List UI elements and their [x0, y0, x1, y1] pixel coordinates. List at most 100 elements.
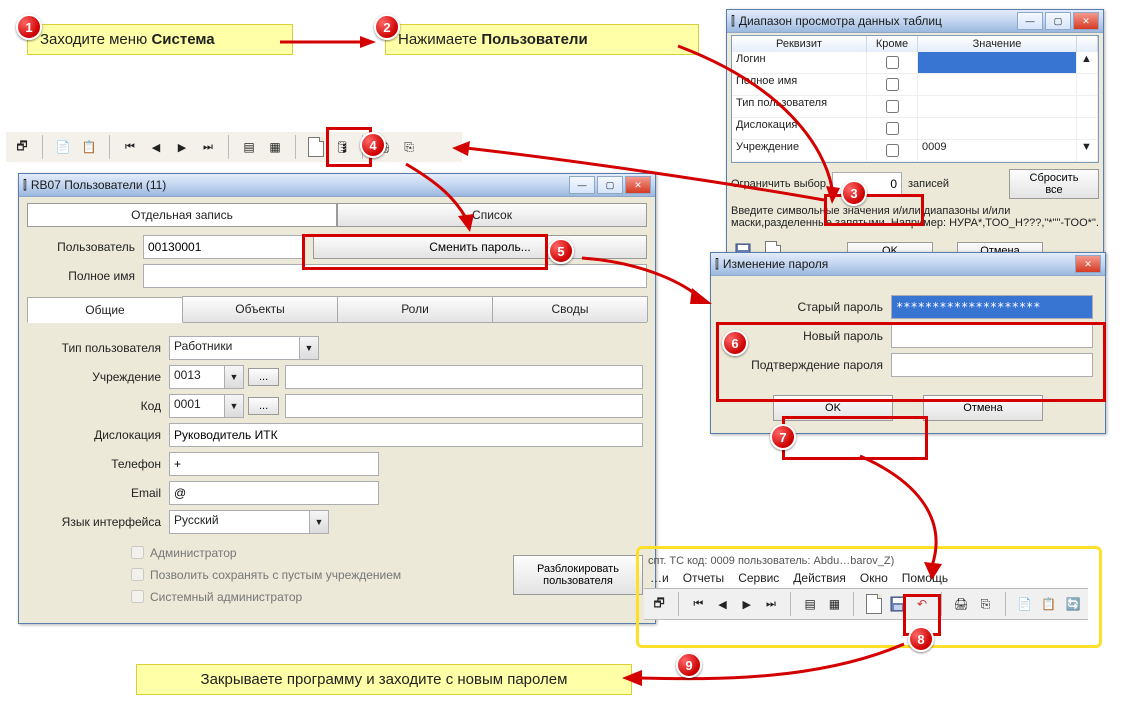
org-select[interactable]: 0013▼ — [169, 365, 244, 389]
undo-icon[interactable]: ↶ — [911, 592, 933, 616]
cascade-icon[interactable]: 🗗 — [648, 592, 670, 616]
close-button[interactable]: ✕ — [1073, 12, 1099, 30]
menu-item[interactable]: Сервис — [738, 571, 779, 585]
callout-4: 4 — [360, 132, 386, 158]
confirm-pwd-field[interactable] — [891, 353, 1093, 377]
chk-allow-empty[interactable] — [131, 568, 144, 581]
table-row[interactable]: Полное имя — [732, 74, 1098, 96]
close-button[interactable]: ✕ — [1075, 255, 1101, 273]
first-icon[interactable]: ⏮ — [118, 135, 142, 159]
maximize-button[interactable]: ▢ — [1045, 12, 1071, 30]
lbl-fullname: Полное имя — [27, 269, 143, 283]
user-field[interactable] — [143, 235, 303, 259]
col-requisite: Реквизит — [732, 36, 867, 52]
copy-icon[interactable]: 📄 — [51, 135, 75, 159]
cascade-icon[interactable]: 🗗 — [10, 135, 34, 159]
menu-item[interactable]: Окно — [860, 571, 888, 585]
chk-admin[interactable] — [131, 546, 144, 559]
tab-reports[interactable]: Своды — [492, 296, 648, 322]
callout-2: 2 — [374, 14, 400, 40]
tab-general[interactable]: Общие — [27, 297, 183, 323]
last-icon[interactable]: ⏭ — [196, 135, 220, 159]
next-icon[interactable]: ▶ — [170, 135, 194, 159]
close-button[interactable]: ✕ — [625, 176, 651, 194]
code-desc-field[interactable] — [285, 394, 643, 418]
book-icon: ⫿ — [23, 178, 27, 193]
org-lookup-button[interactable]: ... — [248, 368, 279, 386]
code-lookup-button[interactable]: ... — [248, 397, 279, 415]
paste-icon[interactable]: 📋 — [77, 135, 101, 159]
new-pwd-field[interactable] — [891, 324, 1093, 348]
disloc-field[interactable] — [169, 423, 643, 447]
form-icon[interactable]: ▤ — [237, 135, 261, 159]
email-field[interactable] — [169, 481, 379, 505]
tab-objects[interactable]: Объекты — [182, 296, 338, 322]
maximize-button[interactable]: ▢ — [597, 176, 623, 194]
last-icon[interactable]: ⏭ — [760, 592, 782, 616]
menubar-fragment: спт. ТС код: 0009 пользователь: Abdu…bar… — [644, 554, 1088, 620]
table-row[interactable]: Дислокация — [732, 118, 1098, 140]
pwd-ok-button[interactable]: OK — [773, 395, 893, 421]
refresh-icon[interactable]: 🔄 — [1062, 592, 1084, 616]
form-icon[interactable]: ▤ — [799, 592, 821, 616]
new-doc-icon[interactable] — [862, 592, 884, 616]
grid-icon[interactable]: ▦ — [823, 592, 845, 616]
except-checkbox[interactable] — [886, 144, 899, 157]
export-icon[interactable]: ⎘ — [974, 592, 996, 616]
next-icon[interactable]: ▶ — [736, 592, 758, 616]
user-type-select[interactable]: Работники ▼ — [169, 336, 319, 360]
lbl-confirm-pwd: Подтверждение пароля — [723, 358, 891, 372]
copy-icon[interactable]: 📄 — [1013, 592, 1035, 616]
reset-button[interactable]: Сбросить все — [1009, 169, 1099, 199]
minimize-button[interactable]: — — [569, 176, 595, 194]
new-doc-icon[interactable] — [304, 135, 328, 159]
table-row[interactable]: Логин ▲ — [732, 52, 1098, 74]
chk-sysadmin[interactable] — [131, 590, 144, 603]
except-checkbox[interactable] — [886, 122, 899, 135]
export-icon[interactable]: ⎘ — [397, 135, 421, 159]
except-checkbox[interactable] — [886, 78, 899, 91]
grid-icon[interactable]: ▦ — [263, 135, 287, 159]
book-icon: ⫿ — [715, 257, 719, 272]
table-row[interactable]: Тип пользователя — [732, 96, 1098, 118]
pwd-cancel-button[interactable]: Отмена — [923, 395, 1043, 421]
menu-item[interactable]: Действия — [793, 571, 846, 585]
except-checkbox[interactable] — [886, 56, 899, 69]
tab-list[interactable]: Список — [337, 203, 647, 227]
minimize-button[interactable]: — — [1017, 12, 1043, 30]
arrow-8-9 — [620, 640, 910, 690]
callout-1: 1 — [16, 14, 42, 40]
note-step9: Закрываете программу и заходите с новым … — [136, 664, 632, 695]
filter-window: ⫿ Диапазон просмотра данных таблиц — ▢ ✕… — [726, 9, 1104, 272]
except-checkbox[interactable] — [886, 100, 899, 113]
lbl-disloc: Дислокация — [31, 428, 169, 442]
save-icon[interactable] — [887, 592, 909, 616]
note-step1: Заходите меню Система — [27, 24, 293, 55]
menu-item[interactable]: Отчеты — [683, 571, 724, 585]
table-row[interactable]: Учреждение 0009 ▼ — [732, 140, 1098, 162]
prev-icon[interactable]: ◀ — [711, 592, 733, 616]
org-desc-field[interactable] — [285, 365, 643, 389]
tab-roles[interactable]: Роли — [337, 296, 493, 322]
lbl-lang: Язык интерфейса — [31, 515, 169, 529]
users-title: RB07 Пользователи (11) — [31, 178, 569, 192]
menu-item[interactable]: …и — [650, 571, 669, 585]
code-select[interactable]: 0001▼ — [169, 394, 244, 418]
lbl-org: Учреждение — [31, 370, 169, 384]
print-icon[interactable]: 🖨 — [950, 592, 972, 616]
fullname-field[interactable] — [143, 264, 647, 288]
old-pwd-field[interactable] — [891, 295, 1093, 319]
lang-select[interactable]: Русский▼ — [169, 510, 329, 534]
limit-suffix: записей — [908, 178, 949, 190]
filter-icon[interactable]: 🛢 — [330, 135, 354, 159]
prev-icon[interactable]: ◀ — [144, 135, 168, 159]
menu-item[interactable]: Помощь — [902, 571, 948, 585]
change-password-button[interactable]: Сменить пароль... — [313, 235, 647, 259]
paste-icon[interactable]: 📋 — [1038, 592, 1060, 616]
first-icon[interactable]: ⏮ — [687, 592, 709, 616]
phone-field[interactable] — [169, 452, 379, 476]
unlock-user-button[interactable]: Разблокировать пользователя — [513, 555, 643, 595]
callout-8: 8 — [908, 626, 934, 652]
lbl-phone: Телефон — [31, 457, 169, 471]
tab-single-record[interactable]: Отдельная запись — [27, 203, 337, 227]
